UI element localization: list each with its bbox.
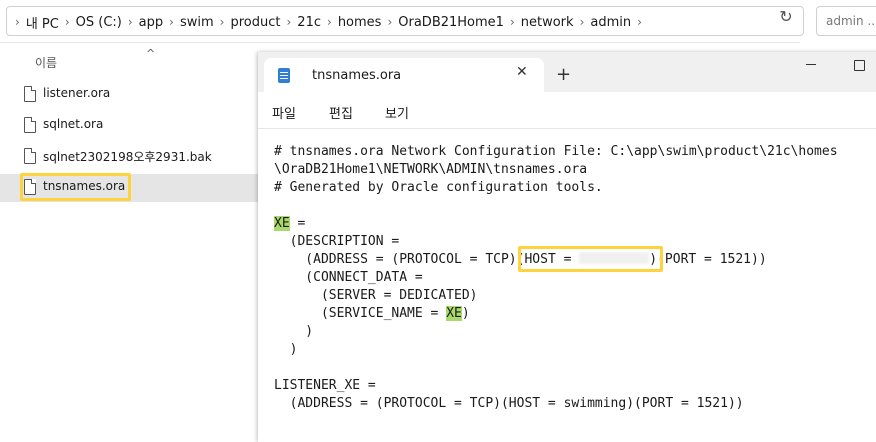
file-row-listener[interactable]: listener.ora xyxy=(18,81,258,109)
refresh-icon[interactable]: ↻ xyxy=(775,6,797,28)
close-icon[interactable]: ✕ xyxy=(516,64,528,80)
minimize-icon[interactable] xyxy=(806,64,816,65)
new-tab-icon[interactable]: + xyxy=(556,66,571,84)
breadcrumb: › 내 PC › OS (C:) › app › swim › product … xyxy=(13,7,644,37)
chevron-right-icon: › xyxy=(15,15,20,29)
file-row-sqlnet-bak[interactable]: sqlnet2302198오후2931.bak xyxy=(18,143,258,171)
menu-bar: 파일 편집 보기 xyxy=(258,92,876,129)
sort-chevron-up-icon: ^ xyxy=(146,47,156,60)
chevron-right-icon: › xyxy=(387,15,393,29)
search-input[interactable]: admin ... xyxy=(816,6,876,36)
chevron-right-icon: › xyxy=(169,15,174,29)
file-row-sqlnet[interactable]: sqlnet.ora xyxy=(18,112,258,140)
chevron-right-icon: › xyxy=(579,15,585,29)
file-list-header: 이름 ^ xyxy=(0,43,258,75)
maximize-icon[interactable] xyxy=(854,60,865,71)
chevron-right-icon: › xyxy=(127,15,133,29)
file-name: sqlnet2302198오후2931.bak xyxy=(43,150,212,164)
chevron-right-icon: › xyxy=(286,15,292,29)
breadcrumb-item-product[interactable]: product xyxy=(226,15,284,30)
code-line: LISTENER_XE = xyxy=(274,378,376,393)
code-line: # tnsnames.ora Network Configuration Fil… xyxy=(274,144,838,159)
notepad-tab[interactable]: tnsnames.ora ✕ xyxy=(264,58,544,92)
code-text: (ADDRESS = (PROTOCOL = TCP) xyxy=(274,252,517,267)
highlight-service-name: XE xyxy=(446,306,462,321)
notepad-icon xyxy=(278,68,290,83)
code-line: ) xyxy=(274,324,314,339)
breadcrumb-item-21c[interactable]: 21c xyxy=(293,15,325,30)
column-header-name[interactable]: 이름 xyxy=(35,54,57,71)
address-bar[interactable]: › 내 PC › OS (C:) › app › swim › product … xyxy=(6,6,804,36)
breadcrumb-item-oradb[interactable]: OraDB21Home1 xyxy=(394,15,508,30)
code-line: (SERVICE_NAME = XE) xyxy=(274,305,838,323)
breadcrumb-item-network[interactable]: network xyxy=(517,15,578,30)
chevron-right-icon: › xyxy=(219,15,225,29)
code-line: # Generated by Oracle configuration tool… xyxy=(274,180,603,195)
code-line: (SERVER = DEDICATED) xyxy=(274,288,478,303)
menu-view[interactable]: 보기 xyxy=(385,103,409,122)
menu-file[interactable]: 파일 xyxy=(272,103,296,122)
code-text: ) xyxy=(461,306,470,321)
breadcrumb-item-pc[interactable]: 내 PC xyxy=(22,13,63,32)
address-bar-area: › 내 PC › OS (C:) › app › swim › product … xyxy=(0,0,804,43)
code-line: (ADDRESS = (PROTOCOL = TCP)(HOST = swimm… xyxy=(274,396,744,411)
file-content: # tnsnames.ora Network Configuration Fil… xyxy=(274,143,838,413)
breadcrumb-item-swim[interactable]: swim xyxy=(176,15,218,30)
text-editor[interactable]: # tnsnames.ora Network Configuration Fil… xyxy=(258,129,876,442)
code-text: )(PORT = 1521)) xyxy=(649,252,767,267)
file-icon xyxy=(24,117,36,133)
highlight-xe-name: XE xyxy=(274,216,290,231)
file-icon xyxy=(24,148,36,164)
breadcrumb-item-homes[interactable]: homes xyxy=(334,15,386,30)
file-name: listener.ora xyxy=(43,86,111,100)
highlight-box-host xyxy=(518,246,663,272)
notepad-titlebar: tnsnames.ora ✕ + xyxy=(258,52,876,92)
code-line: \OraDB21Home1\NETWORK\ADMIN\tnsnames.ora xyxy=(274,162,588,177)
breadcrumb-item-admin[interactable]: admin xyxy=(586,15,635,30)
file-icon xyxy=(24,86,36,102)
chevron-right-icon: › xyxy=(637,15,642,29)
chevron-right-icon: › xyxy=(509,15,515,29)
code-text: (SERVICE_NAME = xyxy=(274,306,447,321)
menu-edit[interactable]: 편집 xyxy=(329,103,353,122)
highlight-box-selected-file xyxy=(20,173,131,201)
code-line: XE = xyxy=(274,215,838,233)
breadcrumb-item-drive[interactable]: OS (C:) xyxy=(72,15,126,30)
code-text: = xyxy=(289,216,306,231)
chevron-right-icon: › xyxy=(327,15,332,29)
tab-title: tnsnames.ora xyxy=(312,68,402,83)
breadcrumb-item-app[interactable]: app xyxy=(135,15,167,30)
code-line: ) xyxy=(274,342,298,357)
chevron-right-icon: › xyxy=(64,15,70,29)
file-name: sqlnet.ora xyxy=(43,117,104,131)
